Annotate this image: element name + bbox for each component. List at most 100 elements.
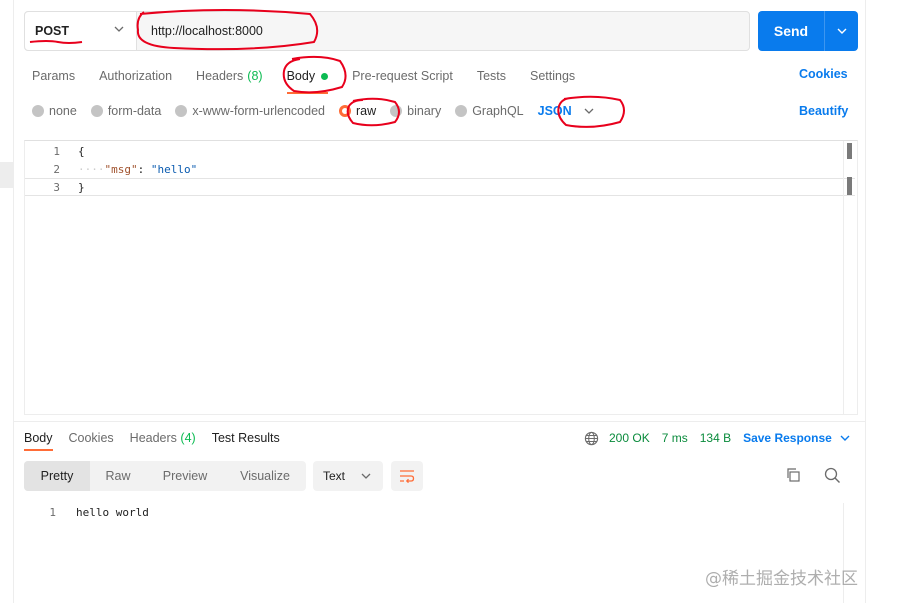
save-response-button[interactable]: Save Response [743,431,850,445]
tab-label: Params [32,69,76,83]
wrap-lines-icon [400,470,415,483]
tab-label: Tests [476,69,506,83]
save-response-label: Save Response [743,431,832,445]
tab-body[interactable]: Body [286,64,329,94]
radio-circle [455,105,468,117]
chevron-down-icon [361,473,371,479]
radio-circle [32,105,44,117]
response-tab-test-results[interactable]: Test Results [212,431,280,445]
line-number: 3 [53,180,60,194]
tab-label: Body [24,431,53,445]
response-time[interactable]: 7 ms [662,431,688,445]
copy-icon [787,468,800,482]
radio-raw[interactable]: raw [339,104,376,118]
radio-graphql[interactable]: GraphQL [455,104,524,118]
tab-label: Authorization [99,69,173,83]
json-value: "hello" [150,162,198,176]
sidebar-selected-item[interactable] [0,162,14,188]
format-label: Text [323,469,346,483]
response-meta: 200 OK 7 ms 134 B Save Response [584,429,850,447]
send-button[interactable]: Send [758,11,858,51]
radio-circle [90,105,103,117]
tab-settings[interactable]: Settings [530,64,575,88]
line-number: 1 [49,505,56,519]
scrollbar-thumb[interactable] [847,143,852,159]
json-separator: : [137,162,151,176]
method-select[interactable]: POST [25,12,137,50]
search-icon [824,467,840,483]
view-mode-visualize[interactable]: Visualize [224,461,306,491]
response-status[interactable]: 200 OK [609,431,650,445]
radio-binary[interactable]: binary [390,104,441,118]
tab-count: (8) [247,69,263,83]
response-tab-cookies[interactable]: Cookies [69,431,114,445]
chevron-down-icon [840,435,850,441]
url-input[interactable]: http://localhost:8000 [137,12,749,50]
right-sidebar-strip [865,0,902,603]
editor-line-current: 3 } [25,178,855,196]
response-body-text: hello world [76,505,149,519]
tab-headers[interactable]: Headers (8) [196,64,263,88]
body-language-select[interactable]: JSON [538,104,594,118]
response-tab-body[interactable]: Body [24,431,53,451]
chevron-down-icon [584,108,594,114]
tab-authorization[interactable]: Authorization [99,64,172,88]
radio-circle [175,105,188,117]
cursor-marker [847,177,852,195]
code-text: } [78,180,85,194]
tab-label: Body [286,69,316,83]
method-label: POST [35,24,70,38]
body-type-options: none form-data x-www-form-urlencoded raw… [32,102,594,120]
request-body-editor[interactable]: 1 { 2 ····"msg": "hello" 3 } [24,140,858,415]
view-mode-pretty[interactable]: Pretty [24,461,90,491]
radio-label: form-data [107,104,162,118]
radio-label: binary [407,104,442,118]
format-select[interactable]: Text [313,461,383,491]
chevron-down-icon [114,26,124,32]
tab-label: Settings [530,69,576,83]
tab-label: Headers [129,431,177,445]
tab-count: (4) [180,431,196,445]
line-number: 2 [53,162,60,176]
response-body-line: 1 hello world [24,504,149,520]
view-mode-raw[interactable]: Raw [90,461,146,491]
tab-params[interactable]: Params [32,64,75,88]
watermark: @稀土掘金技术社区 [705,569,858,589]
url-bar: POST http://localhost:8000 [24,11,750,51]
request-tabs: Params Authorization Headers (8) Body Pre… [32,64,599,94]
radio-circle [339,105,351,117]
tab-tests[interactable]: Tests [477,64,506,88]
editor-line: 1 { [25,142,855,160]
beautify-link[interactable]: Beautify [799,104,848,118]
response-tabs: Body Cookies Headers (4) Test Results [24,429,296,451]
tab-label: Pre-request Script [352,69,453,83]
body-indicator-dot [321,72,329,80]
copy-button[interactable] [785,467,801,486]
radio-circle [390,105,403,117]
chevron-down-icon [837,28,846,34]
code-text: ····"msg": "hello" [78,163,197,176]
tab-label: Cookies [68,431,114,445]
tab-label: Test Results [211,431,280,445]
radio-form-data[interactable]: form-data [90,104,162,118]
code-text: { [78,144,85,158]
globe-icon[interactable] [584,431,599,446]
indent-guide: ···· [78,162,105,176]
response-size[interactable]: 134 B [700,431,731,445]
search-button[interactable] [824,467,841,487]
view-mode-preview[interactable]: Preview [146,461,224,491]
left-sidebar-strip [0,0,14,603]
cookies-link[interactable]: Cookies [799,67,848,81]
radio-label: raw [356,104,377,118]
wrap-lines-button[interactable] [391,461,423,491]
radio-label: x-www-form-urlencoded [192,104,325,118]
radio-x-www-form-urlencoded[interactable]: x-www-form-urlencoded [175,104,325,118]
tab-pre-request-script[interactable]: Pre-request Script [352,64,453,88]
response-tab-headers[interactable]: Headers (4) [130,431,196,445]
send-label: Send [773,23,809,39]
tab-label: Headers [196,69,244,83]
send-options-button[interactable] [825,28,858,35]
json-key: "msg" [104,162,138,176]
line-number: 1 [53,144,60,158]
radio-none[interactable]: none [32,104,77,118]
